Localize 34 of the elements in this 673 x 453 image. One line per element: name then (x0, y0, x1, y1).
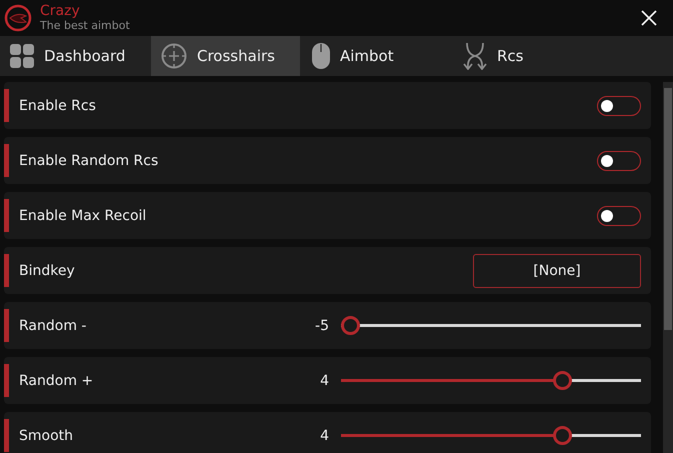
setting-label: Enable Max Recoil (19, 208, 148, 224)
toggle-switch[interactable] (597, 150, 641, 170)
slider-thumb[interactable] (341, 316, 360, 335)
app-title: Crazy (40, 3, 81, 19)
slider-value: -5 (314, 318, 329, 334)
scrollbar-thumb[interactable] (664, 88, 672, 330)
setting-label: Random + (19, 372, 94, 388)
setting-label: Enable Rcs (19, 98, 97, 114)
mouse-icon (312, 43, 330, 69)
crosshair-icon (161, 43, 187, 69)
tab[interactable]: Dashboard (0, 36, 149, 76)
slider[interactable] (341, 426, 641, 445)
slider-value: 4 (319, 428, 329, 444)
toggle-switch[interactable] (597, 96, 641, 116)
crossed-arrows-icon (463, 42, 487, 70)
logo-icon (4, 4, 32, 32)
slider-value: 4 (319, 372, 329, 388)
setting-label: Random - (19, 318, 88, 334)
keybind-button[interactable]: [None] (473, 254, 641, 288)
setting-label: Bindkey (19, 262, 76, 278)
tab[interactable]: Aimbot (302, 36, 451, 76)
setting-label: Enable Random Rcs (19, 152, 160, 168)
grid-icon (10, 44, 34, 68)
tab[interactable]: Rcs (453, 36, 602, 76)
setting-label: Smooth (19, 428, 74, 444)
scrollbar[interactable] (663, 82, 673, 453)
toggle-switch[interactable] (597, 206, 641, 226)
slider-thumb[interactable] (552, 371, 572, 390)
app-subtitle: The best aimbot (40, 19, 131, 33)
slider-thumb[interactable] (552, 426, 572, 445)
tab[interactable]: Crosshairs (151, 36, 300, 76)
slider[interactable] (341, 371, 641, 390)
close-icon[interactable] (641, 10, 657, 26)
slider[interactable] (341, 316, 641, 335)
